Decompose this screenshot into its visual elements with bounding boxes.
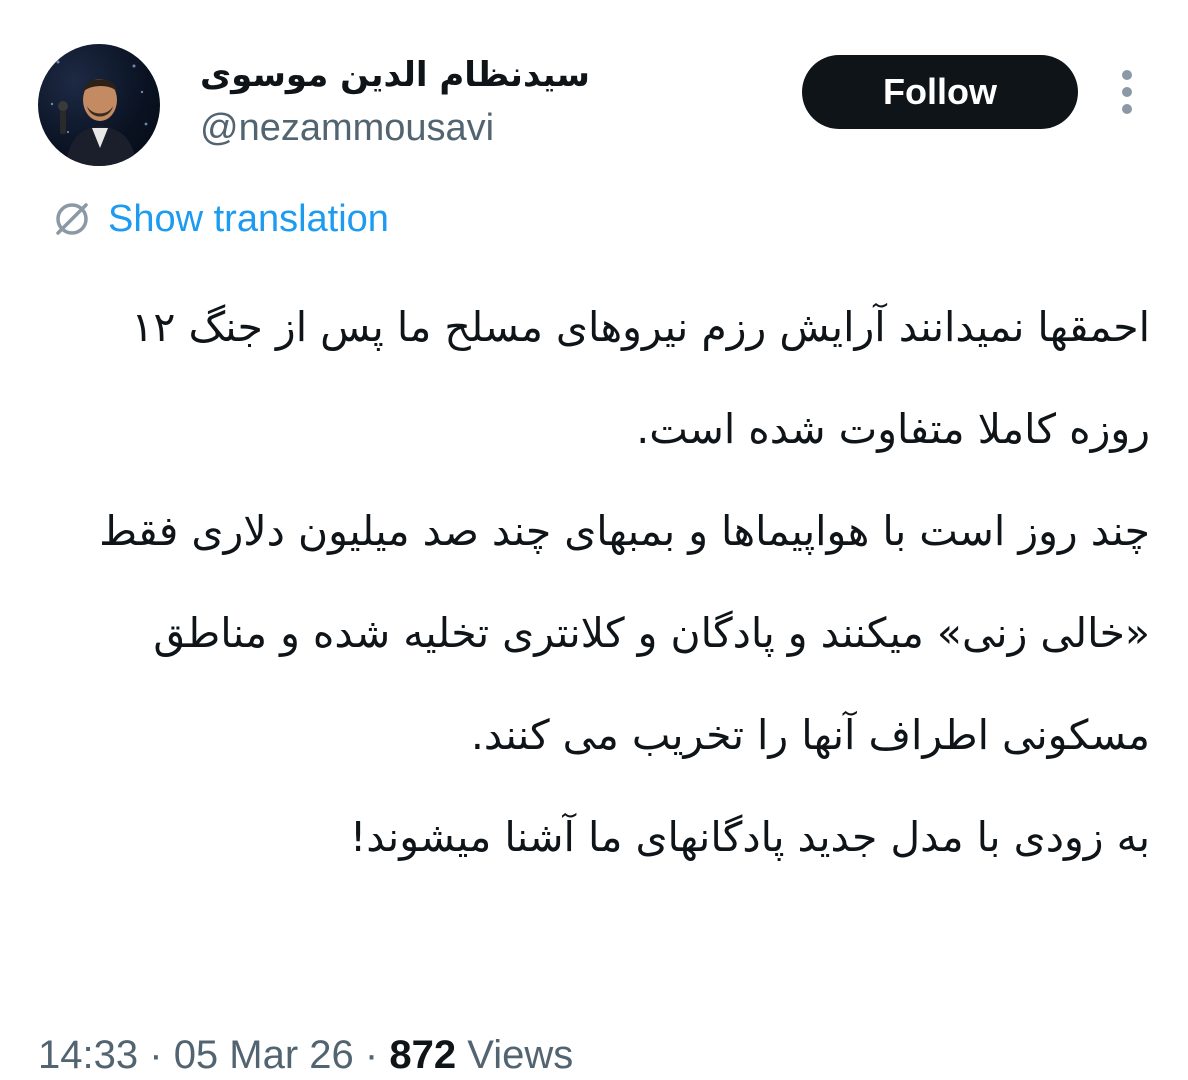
more-options-icon[interactable] <box>1110 62 1144 122</box>
follow-button[interactable]: Follow <box>802 55 1078 129</box>
views-label: Views <box>467 1033 574 1077</box>
views-count: 872 <box>389 1033 457 1077</box>
tweet-paragraph: احمقها نمیدانند آرایش رزم نیروهای مسلح م… <box>131 303 1150 453</box>
meta-separator: · <box>364 1033 379 1077</box>
translate-icon <box>50 197 94 241</box>
tweet-text: احمقها نمیدانند آرایش رزم نیروهای مسلح م… <box>60 276 1150 888</box>
tweet-meta: 14:33 · 05 Mar 26 · 872 Views <box>38 1030 573 1080</box>
user-handle[interactable]: @nezammousavi <box>200 103 494 153</box>
show-translation-label: Show translation <box>108 198 389 240</box>
tweet-paragraph: به زودی با مدل جدید پادگانهای ما آشنا می… <box>349 813 1150 861</box>
tweet-paragraph: چند روز است با هواپیماها و بمبهای چند صد… <box>99 507 1150 759</box>
tweet-date[interactable]: 05 Mar 26 <box>174 1033 354 1077</box>
meta-separator: · <box>149 1033 163 1077</box>
show-translation-link[interactable]: Show translation <box>50 193 389 245</box>
avatar[interactable] <box>38 44 160 166</box>
display-name[interactable]: سیدنظام الدین موسوی <box>200 50 590 100</box>
tweet-time[interactable]: 14:33 <box>38 1033 138 1077</box>
